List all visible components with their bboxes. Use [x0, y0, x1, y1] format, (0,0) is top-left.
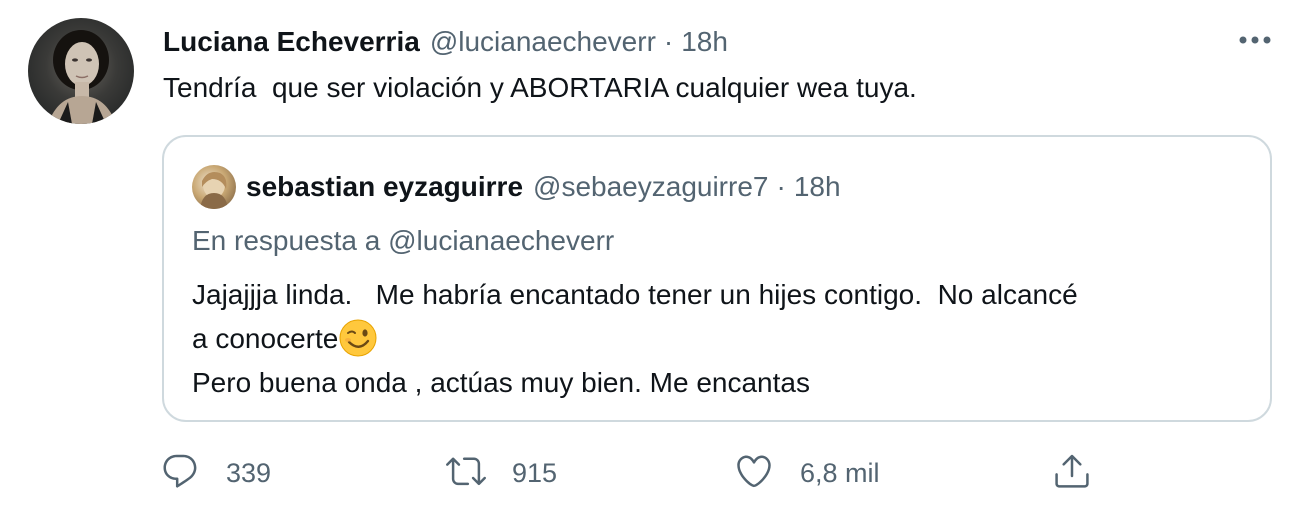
tweet-time[interactable]: 18h	[681, 26, 728, 58]
like-icon	[734, 451, 774, 496]
author-avatar[interactable]	[28, 18, 134, 124]
retweet-icon	[446, 451, 486, 496]
author-name[interactable]: Luciana Echeverria	[163, 26, 420, 58]
tweet-text: Tendría que ser violación y ABORTARIA cu…	[163, 72, 917, 103]
quoted-author-avatar[interactable]	[192, 165, 236, 209]
tweet-actions: 339 915 6,8 mil	[160, 450, 1270, 496]
quoted-tweet[interactable]: sebastian eyzaguirre @sebaeyzaguirre7 · …	[162, 135, 1272, 422]
quoted-text-line: a conocerte	[192, 323, 339, 354]
quoted-header: sebastian eyzaguirre @sebaeyzaguirre7 · …	[246, 167, 841, 207]
separator-dot: ·	[663, 26, 674, 57]
author-handle[interactable]: @lucianaecheverr	[430, 26, 656, 58]
retweet-button[interactable]: 915	[446, 450, 557, 496]
like-count: 6,8 mil	[800, 457, 880, 488]
like-button[interactable]: 6,8 mil	[734, 450, 880, 496]
share-button[interactable]	[1052, 450, 1092, 496]
reply-icon	[160, 451, 200, 496]
tweet-header: Luciana Echeverria @lucianaecheverr · 18…	[163, 22, 728, 62]
retweet-count: 915	[512, 457, 558, 488]
reply-count: 339	[226, 457, 272, 488]
reply-button[interactable]: 339	[160, 450, 271, 496]
quoted-author-handle[interactable]: @sebaeyzaguirre7	[533, 171, 768, 203]
quoted-time[interactable]: 18h	[794, 171, 841, 203]
more-icon[interactable]	[1235, 24, 1275, 56]
tweet[interactable]: Luciana Echeverria @lucianaecheverr · 18…	[0, 0, 1303, 513]
quoted-text-line-with-emoji: a conocerte	[192, 317, 1262, 361]
winking-face-emoji-icon	[338, 318, 378, 358]
reply-to-label: En respuesta a @lucianaecheverr	[192, 225, 615, 256]
quoted-author-name[interactable]: sebastian eyzaguirre	[246, 171, 523, 203]
quoted-text: Jajajjja linda. Me habría encantado tene…	[192, 273, 1262, 405]
quoted-text-line: Jajajjja linda. Me habría encantado tene…	[192, 279, 1078, 310]
quoted-text-line: Pero buena onda , actúas muy bien. Me en…	[192, 367, 810, 398]
share-icon	[1052, 451, 1092, 496]
separator-dot: ·	[776, 171, 786, 202]
